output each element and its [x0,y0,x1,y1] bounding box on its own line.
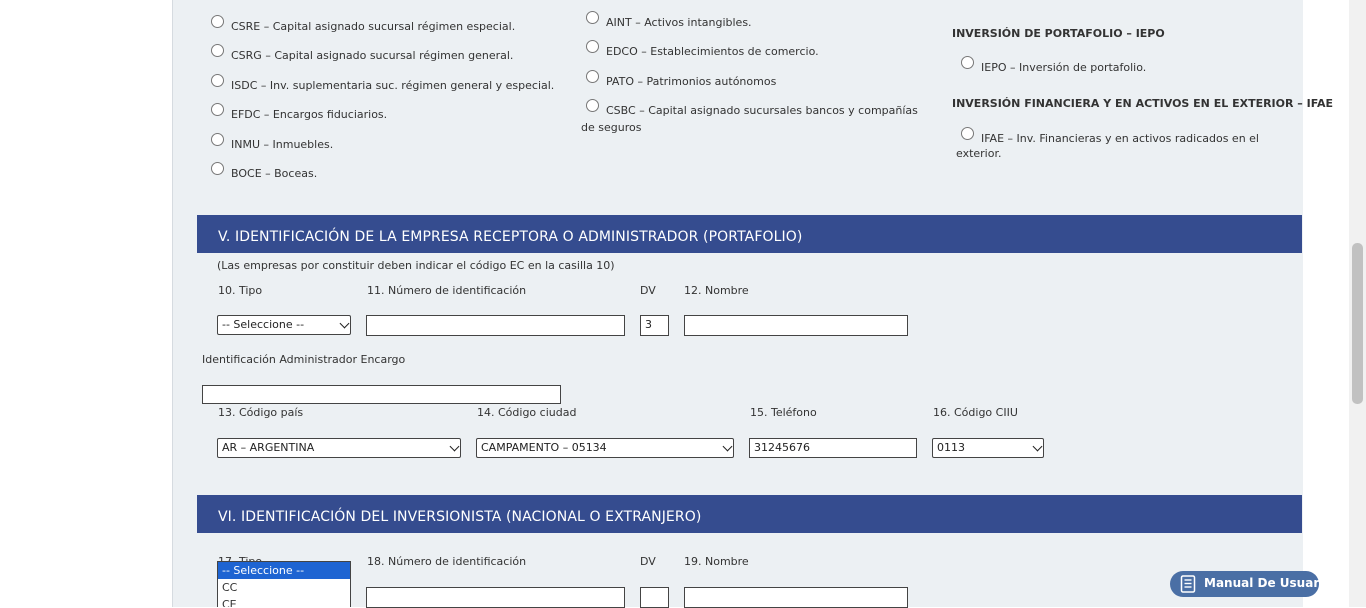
codigo-ciudad-label: 14. Código ciudad [477,406,577,419]
numero-identificacion-inversionista-input[interactable] [366,587,625,608]
section-v-header: V. IDENTIFICACIÓN DE LA EMPRESA RECEPTOR… [197,215,1302,253]
radio-option-efdc[interactable]: EFDC – Encargos fiduciarios. [211,103,387,123]
radio-option-boce[interactable]: BOCE – Boceas. [211,162,317,182]
heading-inversion-portafolio: INVERSIÓN DE PORTAFOLIO – IEPO [952,27,1165,40]
codigo-pais-value: AR – ARGENTINA [222,441,315,454]
radio-button[interactable] [211,162,224,175]
radio-option-csbc[interactable]: CSBC – Capital asignado sucursales banco… [586,99,918,119]
section-v-title: V. IDENTIFICACIÓN DE LA EMPRESA RECEPTOR… [218,229,803,245]
dv-inversionista-input[interactable] [640,587,669,608]
tipo-select-value: -- Seleccione -- [222,318,305,331]
dv-inversionista-label: DV [640,555,656,568]
radio-option-ifae[interactable]: IFAE – Inv. Financieras y en activos rad… [961,127,1259,147]
radio-option-inmu[interactable]: INMU – Inmuebles. [211,133,333,153]
radio-option-iepo[interactable]: IEPO – Inversión de portafolio. [961,56,1146,76]
tipo-select[interactable]: -- Seleccione -- [217,315,351,335]
tipo-inversionista-dropdown[interactable]: -- Seleccione -- CC CE [217,561,351,607]
radio-option-csbc-continued: de seguros [581,121,642,134]
telefono-input[interactable]: 31245676 [749,438,917,458]
radio-button[interactable] [586,99,599,112]
administrador-encargo-label: Identificación Administrador Encargo [202,353,406,366]
numero-identificacion-inversionista-label: 18. Número de identificación [367,555,527,568]
codigo-ciudad-value: CAMPAMENTO – 05134 [481,441,607,454]
radio-button[interactable] [211,15,224,28]
cropped-text-top-left: ········· [206,0,326,2]
radio-button[interactable] [211,133,224,146]
codigo-ciiu-select[interactable]: 0113 [932,438,1044,458]
radio-button[interactable] [961,56,974,69]
radio-option-csrg[interactable]: CSRG – Capital asignado sucursal régimen… [211,44,513,64]
radio-button[interactable] [586,11,599,24]
manual-de-usuario-label: Manual De Usuario [1204,576,1332,590]
dropdown-option[interactable]: -- Seleccione -- [218,562,350,579]
codigo-ciiu-label: 16. Código CIIU [933,406,1018,419]
codigo-ciiu-value: 0113 [937,441,965,454]
dropdown-option[interactable]: CE [218,596,350,607]
section-vi-header: VI. IDENTIFICACIÓN DEL INVERSIONISTA (NA… [197,495,1302,533]
dv-input[interactable]: 3 [640,315,669,336]
radio-option-aint[interactable]: AINT – Activos intangibles. [586,11,752,31]
nombre-inversionista-input[interactable] [684,587,908,608]
tipo-label: 10. Tipo [218,284,263,297]
dropdown-option[interactable]: CC [218,579,350,596]
radio-button[interactable] [586,70,599,83]
section-v-note: (Las empresas por constituir deben indic… [217,259,615,272]
codigo-pais-select[interactable]: AR – ARGENTINA [217,438,461,458]
heading-inversion-financiera: INVERSIÓN FINANCIERA Y EN ACTIVOS EN EL … [952,97,1334,110]
codigo-ciudad-select[interactable]: CAMPAMENTO – 05134 [476,438,734,458]
manual-de-usuario-button[interactable]: Manual De Usuario [1170,571,1332,597]
numero-identificacion-input[interactable] [366,315,625,336]
radio-option-pato[interactable]: PATO – Patrimonios autónomos [586,70,776,90]
radio-option-edco[interactable]: EDCO – Establecimientos de comercio. [586,40,819,60]
radio-option-csre[interactable]: CSRE – Capital asignado sucursal régimen… [211,15,515,35]
codigo-pais-label: 13. Código país [218,406,304,419]
radio-option-ifae-continued: exterior. [956,147,1002,160]
nombre-label: 12. Nombre [684,284,749,297]
nombre-input[interactable] [684,315,908,336]
administrador-encargo-input[interactable] [202,385,561,404]
radio-option-isdc[interactable]: ISDC – Inv. suplementaria suc. régimen g… [211,74,554,94]
section-vi-title: VI. IDENTIFICACIÓN DEL INVERSIONISTA (NA… [218,509,702,525]
radio-button[interactable] [961,127,974,140]
nombre-inversionista-label: 19. Nombre [684,555,749,568]
radio-button[interactable] [211,74,224,87]
radio-button[interactable] [211,44,224,57]
scrollbar-thumb[interactable] [1352,243,1363,404]
radio-button[interactable] [586,40,599,53]
manual-icon [1180,575,1196,593]
numero-identificacion-label: 11. Número de identificación [367,284,527,297]
radio-button[interactable] [211,103,224,116]
dv-label: DV [640,284,656,297]
telefono-label: 15. Teléfono [750,406,817,419]
